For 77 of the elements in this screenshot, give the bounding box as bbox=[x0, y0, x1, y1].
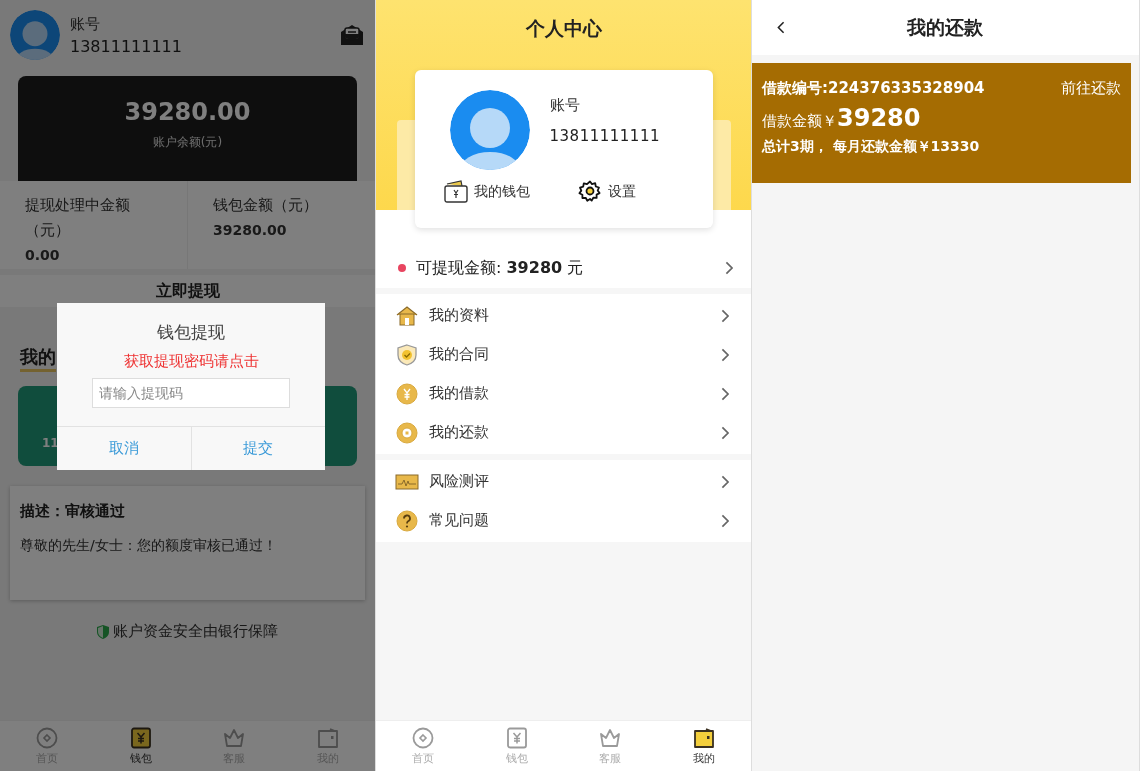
notice-title: 描述：审核通过 bbox=[20, 502, 126, 521]
compass-icon bbox=[410, 726, 435, 750]
page-title: 我的还款 bbox=[905, 14, 984, 40]
stat-label: 提现处理中金额（元） bbox=[25, 195, 131, 241]
repayment-summary: 总计3期， 每月还款金额￥13330 bbox=[762, 138, 981, 156]
menu-label: 常见问题 bbox=[429, 511, 490, 530]
question-icon bbox=[395, 508, 419, 533]
security-note: 账户资金安全由银行保障 bbox=[113, 622, 278, 641]
cancel-button[interactable]: 取消 bbox=[57, 427, 191, 470]
chevron-right-icon bbox=[720, 386, 729, 401]
shortcut-link[interactable]: 我的钱包 bbox=[443, 180, 578, 204]
yen-coin-icon bbox=[395, 381, 419, 406]
mail-icon[interactable] bbox=[339, 23, 365, 47]
crown-icon bbox=[222, 726, 247, 750]
menu-item[interactable]: 我的还款 bbox=[376, 413, 751, 452]
chevron-right-icon bbox=[720, 474, 729, 489]
menu-item[interactable]: 我的合同 bbox=[376, 335, 751, 374]
shortcut-label: 我的钱包 bbox=[473, 183, 530, 201]
chevron-right-icon bbox=[720, 308, 729, 323]
loan-number: 借款编号:224376335328904 bbox=[762, 79, 985, 98]
menu-item[interactable]: 常见问题 bbox=[376, 501, 751, 540]
balance-amount: 39280.00 bbox=[124, 98, 251, 126]
chevron-right-icon bbox=[720, 425, 729, 440]
password-link[interactable]: 获取提现密码请点击 bbox=[123, 352, 259, 371]
compass-icon bbox=[34, 726, 59, 750]
phone-number: 13811111111 bbox=[549, 127, 660, 145]
stat-value: 39280.00 bbox=[213, 222, 288, 238]
pocket-icon bbox=[316, 726, 341, 750]
loan-amount: 39280 bbox=[837, 104, 921, 132]
shield-icon bbox=[97, 624, 109, 639]
shortcut-label: 设置 bbox=[608, 183, 636, 201]
page-title: 个人中心 bbox=[525, 16, 602, 41]
tab[interactable]: 钱包 bbox=[93, 721, 188, 771]
submit-button[interactable]: 提交 bbox=[190, 427, 325, 470]
repay-link[interactable]: 前往还款 bbox=[1061, 79, 1121, 98]
crown-icon bbox=[598, 726, 623, 750]
menu-label: 风险测评 bbox=[429, 472, 490, 491]
chevron-right-icon bbox=[720, 513, 729, 528]
tab[interactable]: 钱包 bbox=[469, 721, 564, 771]
wallet-icon bbox=[128, 726, 153, 750]
menu-item[interactable]: 风险测评 bbox=[376, 462, 751, 501]
settings-icon bbox=[578, 180, 602, 204]
wallet-icon bbox=[504, 726, 529, 750]
withdrawable-amount: 可提现金额: 39280 元 bbox=[416, 257, 585, 279]
avatar-icon bbox=[449, 90, 530, 170]
menu-item[interactable]: 我的资料 bbox=[376, 296, 751, 335]
status-dot bbox=[398, 264, 406, 272]
avatar-icon bbox=[10, 10, 60, 60]
account-label: 账号 bbox=[70, 14, 101, 34]
stat-value: 0.00 bbox=[25, 247, 61, 263]
withdraw-button[interactable]: 立即提现 bbox=[0, 275, 375, 307]
stat-label: 钱包金额（元） bbox=[213, 195, 319, 216]
card-text: 11 bbox=[42, 436, 59, 450]
menu-item[interactable]: 我的借款 bbox=[376, 374, 751, 413]
withdrawable-row[interactable]: 可提现金额: 39280 元 bbox=[376, 248, 751, 288]
shield-check-icon bbox=[395, 342, 419, 367]
account-label: 账号 bbox=[549, 96, 581, 115]
notice-body: 尊敬的先生/女士：您的额度审核已通过！ bbox=[20, 537, 278, 555]
back-icon[interactable] bbox=[777, 21, 785, 34]
pocket-icon bbox=[692, 726, 717, 750]
menu-label: 我的还款 bbox=[429, 423, 490, 442]
coin-icon bbox=[395, 420, 419, 445]
menu-label: 我的资料 bbox=[429, 306, 490, 325]
tab[interactable]: 首页 bbox=[376, 721, 470, 771]
menu-label: 我的合同 bbox=[429, 345, 490, 364]
menu-label: 我的借款 bbox=[429, 384, 490, 403]
wallet-icon bbox=[443, 180, 468, 204]
chevron-right-icon bbox=[724, 261, 733, 275]
tab[interactable]: 客服 bbox=[563, 721, 658, 771]
balance-label: 账户余额(元) bbox=[152, 134, 223, 151]
chevron-right-icon bbox=[720, 347, 729, 362]
phone-number: 13811111111 bbox=[70, 36, 183, 56]
tab[interactable]: 我的 bbox=[657, 721, 751, 771]
code-input-field[interactable]: 请输入提现码 bbox=[92, 378, 290, 408]
shortcut-link[interactable]: 设置 bbox=[578, 180, 713, 204]
dialog-title: 钱包提现 bbox=[157, 321, 225, 344]
loan-amount-label: 借款金额￥ bbox=[762, 112, 837, 131]
